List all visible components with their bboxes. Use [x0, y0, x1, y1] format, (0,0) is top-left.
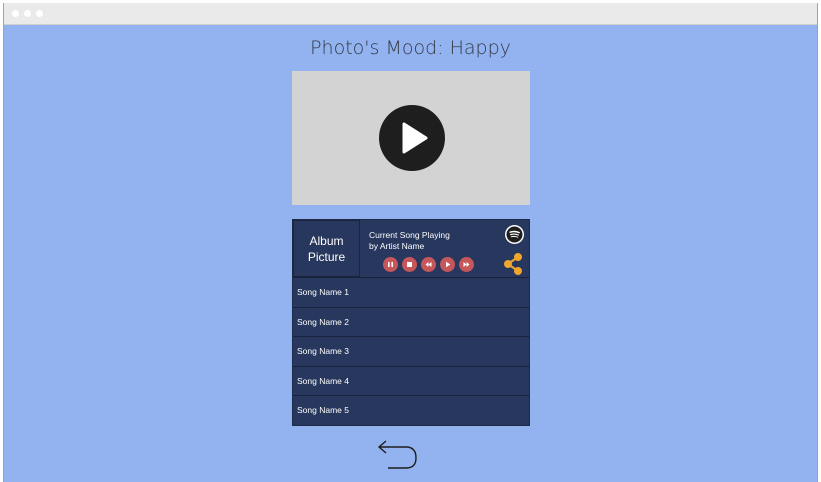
now-playing-info: Current Song Playing by Artist Name — [369, 230, 450, 252]
page-title: Photo's Mood: Happy — [310, 37, 511, 59]
play-icon[interactable] — [379, 105, 445, 171]
app-window: Photo's Mood: Happy Album Picture Curren… — [3, 3, 818, 482]
play-icon[interactable] — [440, 257, 455, 272]
fast-forward-icon[interactable] — [459, 257, 474, 272]
current-song: Current Song Playing — [369, 230, 450, 240]
artist-name: by Artist Name — [369, 241, 425, 251]
music-player: Album Picture Current Song Playing by Ar… — [292, 219, 530, 426]
window-dot[interactable] — [24, 10, 31, 17]
pause-icon[interactable] — [383, 257, 398, 272]
song-list-item[interactable]: Song Name 5 — [293, 395, 529, 424]
album-picture: Album Picture — [293, 220, 360, 277]
song-list-item[interactable]: Song Name 3 — [293, 336, 529, 365]
spotify-icon[interactable] — [505, 225, 524, 244]
window-dot[interactable] — [36, 10, 43, 17]
album-label: Album Picture — [307, 233, 346, 264]
song-list-item[interactable]: Song Name 4 — [293, 366, 529, 395]
stop-icon[interactable] — [402, 257, 417, 272]
song-list-item[interactable]: Song Name 1 — [293, 277, 529, 306]
window-titlebar — [4, 3, 817, 25]
song-list-item[interactable]: Song Name 2 — [293, 307, 529, 336]
rewind-icon[interactable] — [421, 257, 436, 272]
window-dot[interactable] — [12, 10, 19, 17]
back-arrow-icon[interactable] — [376, 439, 420, 476]
video-player[interactable] — [292, 71, 530, 205]
